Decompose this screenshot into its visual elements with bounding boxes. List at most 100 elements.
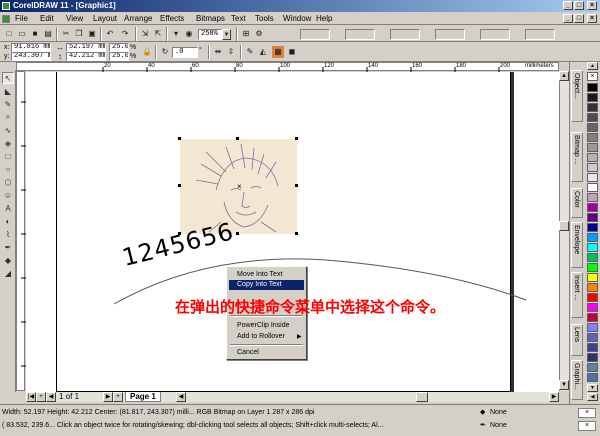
y-position-field[interactable]: 243.307 mm	[11, 52, 51, 61]
palette-expand-icon[interactable]: ◀	[587, 393, 598, 401]
eyedropper-icon[interactable]: ⌇	[2, 228, 14, 240]
color-swatch[interactable]	[587, 83, 598, 92]
fill-swatch[interactable]: ×	[578, 408, 596, 418]
mirror-horizontal-icon[interactable]: ⇹	[212, 46, 224, 58]
scroll-down-icon[interactable]: ▼	[559, 380, 569, 390]
menu-effects[interactable]: Effects	[158, 13, 186, 24]
horizontal-scrollbar[interactable]: |◀ + ◀ 1 of 1 ▶ + Page 1 ◀ ▶	[26, 392, 559, 402]
menu-bitmaps[interactable]: Bitmaps	[194, 13, 227, 24]
polygon-tool-icon[interactable]: ⬡	[2, 176, 14, 188]
color-swatch[interactable]	[587, 343, 598, 352]
color-swatch[interactable]	[587, 293, 598, 302]
import-icon[interactable]: ⇲	[139, 28, 151, 40]
color-swatch[interactable]	[587, 133, 598, 142]
menu-layout[interactable]: Layout	[91, 13, 119, 24]
scale-width-field[interactable]: 25.0	[109, 43, 129, 52]
docker-tab-lens[interactable]: Lens	[571, 324, 583, 356]
docker-tab-bitmap[interactable]: Bitmap ...	[571, 132, 583, 182]
cut-icon[interactable]: ✂	[60, 28, 72, 40]
interactive-blend-icon[interactable]: ◐	[2, 215, 14, 227]
menu-tools[interactable]: Tools	[253, 13, 276, 24]
save-icon[interactable]: ■	[29, 28, 41, 40]
trace-bitmap-icon[interactable]: ◭	[257, 46, 269, 58]
open-icon[interactable]: ▭	[16, 28, 28, 40]
menu-item-add-to-rollover[interactable]: Add to Rollover	[229, 332, 304, 342]
resample-icon[interactable]: ▦	[272, 46, 284, 58]
color-swatch[interactable]	[587, 123, 598, 132]
doc-minimize-button[interactable]: _	[563, 14, 573, 23]
color-swatch[interactable]	[587, 163, 598, 172]
color-swatch[interactable]	[587, 363, 598, 372]
x-position-field[interactable]: 91.816 mm	[11, 43, 51, 52]
outline-swatch[interactable]: ×	[578, 421, 596, 431]
color-swatch[interactable]	[587, 213, 598, 222]
palette-up-icon[interactable]: ▲	[587, 62, 598, 70]
export-icon[interactable]: ⇱	[152, 28, 164, 40]
selected-bitmap[interactable]: ×	[178, 137, 298, 235]
add-page-icon[interactable]: +	[36, 392, 46, 402]
scroll-right-icon[interactable]: ▶	[549, 392, 559, 402]
outline-status[interactable]: None	[490, 421, 507, 431]
edit-bitmap-icon[interactable]: ✎	[244, 46, 256, 58]
shape-tool-icon[interactable]: ◣	[2, 85, 14, 97]
menu-item-move-into-text[interactable]: Move Into Text	[229, 270, 304, 280]
text-tool-icon[interactable]: A	[2, 202, 14, 214]
color-swatch[interactable]	[587, 183, 598, 192]
width-field[interactable]: 52.197 mm	[66, 43, 106, 52]
docker-tab-envelope[interactable]: Envelope	[571, 222, 583, 268]
angle-field[interactable]: .0	[172, 47, 198, 58]
zoom-tool-icon[interactable]: ⌕	[2, 111, 14, 123]
print-icon[interactable]: ▤	[42, 28, 54, 40]
corel-online-icon[interactable]: ◉	[183, 28, 195, 40]
vertical-ruler[interactable]	[16, 71, 26, 391]
color-swatch[interactable]	[587, 373, 598, 382]
scroll-left-icon[interactable]: ◀	[176, 392, 186, 402]
menu-window[interactable]: Window	[281, 13, 313, 24]
zoom-level-field[interactable]: 258%	[198, 29, 222, 40]
menu-item-powerclip-inside[interactable]: PowerClip Inside	[229, 321, 304, 331]
scroll-thumb[interactable]	[559, 221, 569, 231]
scale-height-field[interactable]: 25.0	[109, 52, 129, 61]
snap-icon[interactable]: ⊞	[240, 28, 252, 40]
maximize-button[interactable]: □	[574, 1, 584, 10]
knife-tool-icon[interactable]: ✎	[2, 98, 14, 110]
vertical-scrollbar[interactable]: ▲ ▼	[559, 71, 569, 391]
docker-tab-insert[interactable]: Insert ...	[571, 272, 583, 318]
outline-tool-icon[interactable]: ✒	[2, 241, 14, 253]
close-button[interactable]: ×	[587, 1, 597, 10]
zoom-dropdown-icon[interactable]: ▼	[222, 29, 231, 40]
fill-tool-icon[interactable]: ◆	[2, 254, 14, 266]
hscroll-thumb[interactable]	[416, 392, 428, 402]
options-icon[interactable]: ⚙	[253, 28, 265, 40]
pick-tool-icon[interactable]: ↖	[2, 72, 14, 84]
ellipse-tool-icon[interactable]: ○	[2, 163, 14, 175]
next-page-icon[interactable]: ▶	[103, 392, 113, 402]
mirror-vertical-icon[interactable]: ⇳	[225, 46, 237, 58]
undo-icon[interactable]: ↶	[104, 28, 116, 40]
color-swatch[interactable]	[587, 313, 598, 322]
color-swatch[interactable]	[587, 143, 598, 152]
color-swatch[interactable]	[587, 273, 598, 282]
color-swatch[interactable]	[587, 153, 598, 162]
color-swatch[interactable]	[587, 243, 598, 252]
color-swatch[interactable]	[587, 193, 598, 202]
color-swatch[interactable]	[587, 103, 598, 112]
color-swatch[interactable]	[587, 93, 598, 102]
no-color-swatch[interactable]: ×	[587, 72, 598, 81]
application-launcher-icon[interactable]: ▾	[170, 28, 182, 40]
color-swatch[interactable]	[587, 333, 598, 342]
page-tab[interactable]: Page 1	[125, 392, 161, 402]
menu-item-cancel[interactable]: Cancel	[229, 348, 304, 358]
docker-tab-object[interactable]: Object...	[571, 70, 583, 122]
scroll-up-icon[interactable]: ▲	[559, 71, 569, 81]
color-swatch[interactable]	[587, 353, 598, 362]
docker-tab-graphic[interactable]: Graphi...	[571, 360, 583, 400]
menu-help[interactable]: Help	[314, 13, 334, 24]
color-swatch[interactable]	[587, 283, 598, 292]
doc-restore-button[interactable]: □	[574, 14, 584, 23]
smart-fill-icon[interactable]: ◈	[2, 137, 14, 149]
first-page-icon[interactable]: |◀	[26, 392, 36, 402]
doc-close-button[interactable]: ×	[587, 14, 597, 23]
paste-icon[interactable]: ▣	[86, 28, 98, 40]
menu-edit[interactable]: Edit	[38, 13, 56, 24]
